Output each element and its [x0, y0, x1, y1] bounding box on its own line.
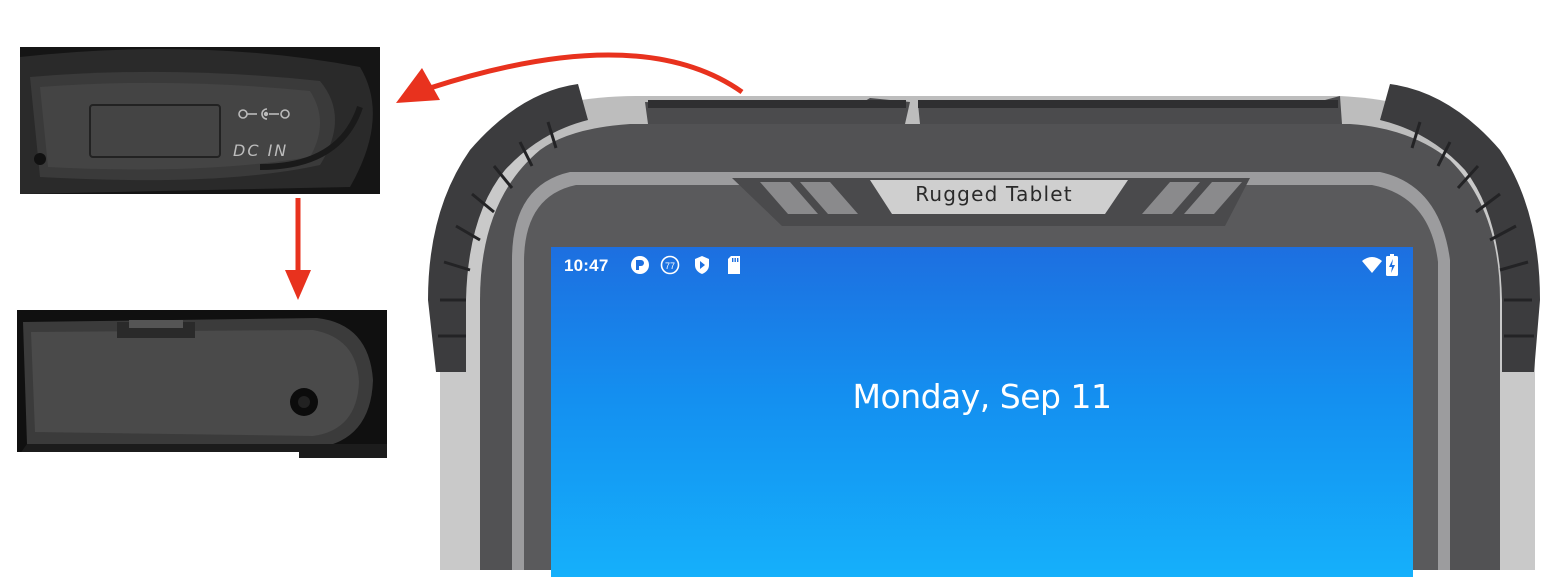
brand-label: Rugged Tablet: [915, 182, 1073, 206]
dc-port-cover-closed-photo: DC IN: [20, 47, 380, 194]
red-arrow-down: [285, 198, 311, 300]
wifi-icon: [1362, 257, 1382, 278]
seventy-seven-icon: 77: [660, 255, 680, 280]
status-bar: 10:47 77: [551, 247, 1413, 283]
lock-screen-date: Monday, Sep 11: [852, 377, 1112, 416]
battery-charging-icon: [1386, 254, 1398, 281]
sd-card-icon: [726, 255, 742, 280]
svg-text:77: 77: [665, 261, 675, 271]
red-arrow-curved: [396, 52, 744, 103]
p-app-icon: [630, 255, 650, 280]
lock-screen[interactable]: 10:47 77 Monday, Sep 11: [551, 247, 1413, 577]
play-shield-icon: [693, 255, 711, 280]
status-time: 10:47: [564, 256, 609, 275]
dc-port-open-photo: [17, 310, 387, 458]
dc-polarity-icon: [235, 105, 295, 123]
dc-in-label: DC IN: [233, 141, 289, 160]
